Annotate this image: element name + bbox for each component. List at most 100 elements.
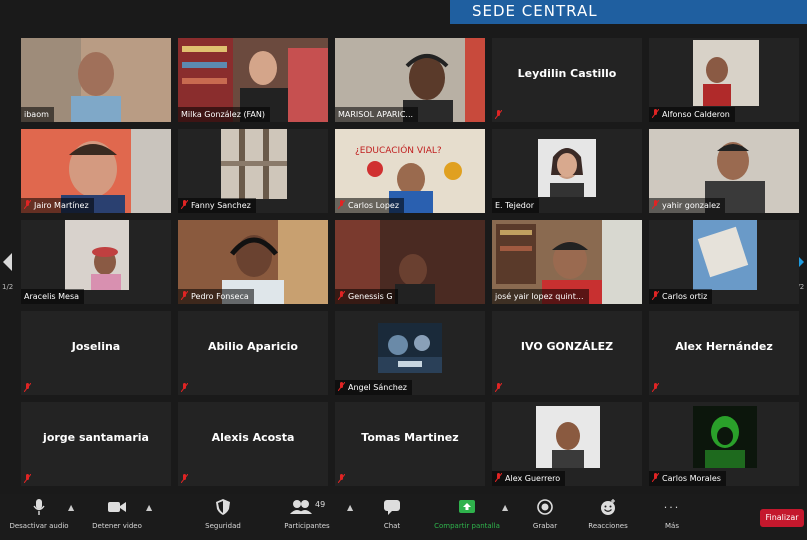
- participant-tile[interactable]: Genessis G: [335, 220, 485, 304]
- participant-tile[interactable]: Leydilin Castillo: [492, 38, 642, 122]
- more-dots-icon: ...: [663, 498, 681, 511]
- participant-name: Alex Hernández: [675, 339, 773, 353]
- reactions-button[interactable]: Reacciones: [573, 498, 643, 530]
- participant-name-label: Jairo Martínez: [21, 198, 94, 213]
- active-speaker-tile[interactable]: josé yair lopez quint...: [492, 220, 642, 304]
- participant-tile[interactable]: Fanny Sanchez: [178, 129, 328, 213]
- participants-options-caret-icon[interactable]: ▲: [347, 503, 353, 512]
- muted-mic-icon: [338, 474, 345, 483]
- video-options-caret-icon[interactable]: ▲: [146, 503, 152, 512]
- participant-tile[interactable]: Alfonso Calderon: [649, 38, 799, 122]
- participant-name: IVO GONZÁLEZ: [520, 339, 614, 353]
- smiley-icon: [601, 499, 615, 515]
- participant-tile[interactable]: Milka González (FAN): [178, 38, 328, 122]
- participant-tile[interactable]: Carlos ortiz: [649, 220, 799, 304]
- participant-name-label: Alex Guerrero: [492, 471, 566, 486]
- participant-name-label: Pedro Fonseca: [178, 289, 254, 304]
- muted-mic-icon: [181, 474, 188, 483]
- participant-name: jorge santamaria: [43, 430, 149, 444]
- muted-mic-icon: [338, 291, 345, 300]
- muted-mic-icon: [495, 110, 502, 119]
- shield-icon: [216, 499, 230, 515]
- svg-text:¿EDUCACIÓN VIAL?: ¿EDUCACIÓN VIAL?: [355, 144, 442, 156]
- end-meeting-button[interactable]: Finalizar: [760, 509, 804, 527]
- muted-mic-icon: [24, 200, 31, 209]
- svg-text:49: 49: [315, 500, 325, 509]
- security-button[interactable]: Seguridad: [188, 498, 258, 530]
- chat-bubble-icon: [384, 500, 400, 515]
- participant-tile[interactable]: Abilio Aparicio: [178, 311, 328, 395]
- participant-tile[interactable]: Joselina: [21, 311, 171, 395]
- share-screen-button[interactable]: Compartir pantalla: [432, 498, 502, 530]
- participant-name-label: Alfonso Calderon: [649, 107, 735, 122]
- participant-name-label: E. Tejedor: [492, 198, 539, 213]
- participant-name-label: yahir gonzalez: [649, 198, 726, 213]
- participant-video-thumbnail: [536, 406, 600, 468]
- muted-mic-icon: [181, 291, 188, 300]
- muted-mic-icon: [181, 200, 188, 209]
- muted-mic-icon: [24, 383, 31, 392]
- muted-mic-icon: [652, 383, 659, 392]
- participant-name-label: ibaom: [21, 107, 54, 122]
- record-button[interactable]: Grabar: [510, 498, 580, 530]
- participant-video-thumbnail: [538, 139, 596, 197]
- participant-video-thumbnail: [221, 129, 287, 199]
- participant-tile[interactable]: IVO GONZÁLEZ: [492, 311, 642, 395]
- muted-mic-icon: [652, 109, 659, 118]
- participant-name-label: MARISOL APARIC...: [335, 107, 419, 122]
- participants-button[interactable]: 49 Participantes: [272, 498, 342, 530]
- share-screen-icon: [459, 500, 475, 513]
- participant-video-thumbnail: [693, 220, 757, 290]
- share-options-caret-icon[interactable]: ▲: [502, 503, 508, 512]
- stop-video-button[interactable]: Detener video: [82, 498, 152, 530]
- participant-tile[interactable]: Carlos Morales: [649, 402, 799, 486]
- mute-audio-button[interactable]: Desactivar audio: [4, 498, 74, 530]
- sede-central-banner: SEDE CENTRAL: [450, 0, 807, 24]
- participant-name-label: Angel Sánchez: [335, 380, 412, 395]
- page-indicator-left: 1/2: [2, 283, 14, 291]
- participant-tile[interactable]: ¿EDUCACIÓN VIAL? Carlos Lopez: [335, 129, 485, 213]
- participant-name-label: Carlos Morales: [649, 471, 726, 486]
- participant-tile[interactable]: Tomas Martinez: [335, 402, 485, 486]
- participant-profile-image: [378, 323, 442, 373]
- participant-name-label: josé yair lopez quint...: [492, 289, 589, 304]
- muted-mic-icon: [181, 383, 188, 392]
- participant-name: Alexis Acosta: [211, 430, 295, 444]
- participant-tile[interactable]: ibaom: [21, 38, 171, 122]
- participant-video-thumbnail: [693, 40, 759, 106]
- participant-name: Abilio Aparicio: [208, 339, 298, 353]
- participant-tile[interactable]: E. Tejedor: [492, 129, 642, 213]
- participant-tile[interactable]: Angel Sánchez: [335, 311, 485, 395]
- participant-name-label: Genessis G: [335, 289, 398, 304]
- participant-name-label: Carlos ortiz: [649, 289, 713, 304]
- more-button[interactable]: ... Más: [637, 498, 707, 530]
- participant-tile[interactable]: Alex Hernández: [649, 311, 799, 395]
- muted-mic-icon: [652, 200, 659, 209]
- participant-name: Leydilin Castillo: [517, 66, 617, 80]
- participant-name-label: Milka González (FAN): [178, 107, 271, 122]
- record-icon: [537, 499, 553, 515]
- participant-tile[interactable]: Aracelis Mesa: [21, 220, 171, 304]
- participant-gallery: ibaom Milka González (FAN) MARISOL APARI…: [21, 38, 807, 488]
- chat-button[interactable]: Chat: [357, 498, 427, 530]
- meeting-toolbar: Desactivar audio ▲ Detener video ▲ Segur…: [0, 494, 807, 540]
- participant-name-label: Aracelis Mesa: [21, 289, 85, 304]
- participant-tile[interactable]: jorge santamaria: [21, 402, 171, 486]
- participant-name: Tomas Martinez: [361, 430, 459, 444]
- participant-tile[interactable]: Alex Guerrero: [492, 402, 642, 486]
- participant-tile[interactable]: Pedro Fonseca: [178, 220, 328, 304]
- audio-options-caret-icon[interactable]: ▲: [68, 503, 74, 512]
- participant-name: Joselina: [71, 339, 121, 353]
- participant-tile[interactable]: yahir gonzalez: [649, 129, 799, 213]
- muted-mic-icon: [338, 382, 345, 391]
- muted-mic-icon: [495, 473, 502, 482]
- participant-name-label: Fanny Sanchez: [178, 198, 256, 213]
- participant-name-label: Carlos Lopez: [335, 198, 405, 213]
- participant-video-thumbnail: [65, 220, 129, 290]
- participant-tile[interactable]: Alexis Acosta: [178, 402, 328, 486]
- muted-mic-icon: [652, 291, 659, 300]
- participant-tile[interactable]: Jairo Martínez: [21, 129, 171, 213]
- microphone-icon: [33, 499, 45, 515]
- participant-profile-image: [693, 406, 757, 468]
- participant-tile[interactable]: MARISOL APARIC...: [335, 38, 485, 122]
